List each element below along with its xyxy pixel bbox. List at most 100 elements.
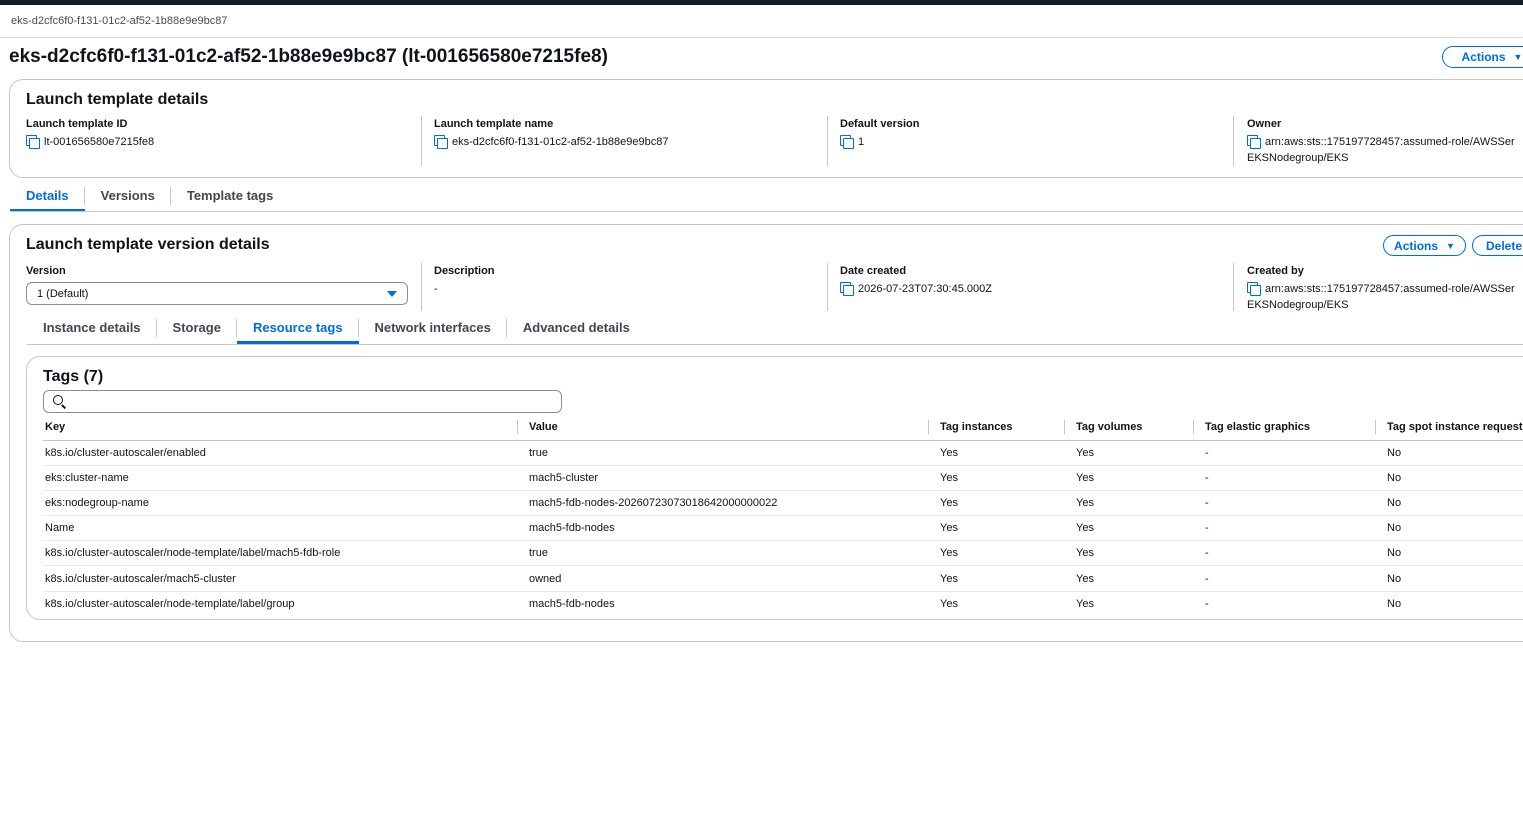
version-label: Version [26, 265, 66, 277]
tag-key: eks:nodegroup-name [43, 490, 527, 517]
tag-value: owned [527, 565, 938, 592]
table-row: k8s.io/cluster-autoscaler/mach5-cluster … [43, 565, 1523, 592]
inner-tabs-divider [27, 344, 1523, 345]
tag-key: k8s.io/cluster-autoscaler/mach5-cluster [43, 565, 527, 592]
breadcrumb-divider [0, 37, 1523, 38]
header-actions-button[interactable]: Actions ▼ [1442, 46, 1523, 68]
tag-spot-instance-requests: No [1385, 515, 1523, 542]
tag-instances: Yes [938, 440, 1074, 466]
tag-value: mach5-fdb-nodes [529, 597, 615, 610]
breadcrumb[interactable]: eks-d2cfc6f0-f131-01c2-af52-1b88e9e9bc87 [11, 15, 227, 27]
tag-value: true [527, 440, 938, 466]
tags-search[interactable] [43, 390, 562, 413]
table-row: k8s.io/cluster-autoscaler/node-template/… [43, 591, 1523, 616]
tag-key: eks:cluster-name [43, 465, 527, 491]
date-created-value: 2026-07-23T07:30:45.000Z [858, 283, 992, 295]
page-title: eks-d2cfc6f0-f131-01c2-af52-1b88e9e9bc87… [9, 46, 608, 67]
tab-template-tags[interactable]: Template tags [171, 179, 289, 211]
tab-resource-tags[interactable]: Resource tags [236, 311, 359, 344]
delete-button[interactable]: Delete [1472, 235, 1523, 256]
version-details-title: Launch template version details [26, 236, 270, 253]
top-tabs: Details Versions Template tags [10, 179, 289, 212]
copy-icon[interactable] [26, 135, 40, 149]
tag-key: k8s.io/cluster-autoscaler/node-template/… [43, 540, 527, 567]
table-header-row: Key Value Tag instances Tag volumes Tag … [43, 414, 1523, 441]
tag-spot-instance-requests: No [1385, 565, 1523, 592]
copy-icon[interactable] [840, 282, 854, 296]
date-created-field: Date created 2026-07-23T07:30:45.000Z [840, 265, 992, 297]
column-header-key[interactable]: Key [43, 414, 527, 441]
launch-template-id-value: lt-001656580e7215fe8 [44, 136, 155, 148]
tag-elastic-graphics: - [1203, 565, 1385, 592]
copy-icon[interactable] [840, 135, 854, 149]
tag-volumes: Yes [1074, 515, 1203, 542]
launch-template-details-title: Launch template details [26, 91, 209, 108]
tag-key: k8s.io/cluster-autoscaler/enabled [43, 440, 527, 466]
column-divider [827, 116, 828, 166]
owner-value-line2: EKSNodegroup/EKS [1247, 152, 1349, 164]
tag-instances: Yes [938, 565, 1074, 592]
caret-down-icon: ▼ [1513, 52, 1523, 62]
owner-field: Owner arn:aws:sts::175197728457:assumed-… [1247, 118, 1515, 166]
tag-elastic-graphics: - [1203, 540, 1385, 567]
column-divider [1233, 116, 1234, 166]
version-select[interactable]: 1 (Default) [26, 282, 408, 305]
table-row: eks:nodegroup-name mach5-fdb-nodes-20260… [43, 490, 1523, 517]
column-header-tag-volumes[interactable]: Tag volumes [1064, 414, 1203, 441]
launch-template-details-panel: Launch template details Launch template … [9, 79, 1523, 178]
top-tabs-divider [10, 211, 1523, 212]
tab-network-interfaces[interactable]: Network interfaces [359, 311, 508, 343]
column-header-tag-spot-instance-requests[interactable]: Tag spot instance requests [1375, 414, 1523, 441]
default-version-value: 1 [858, 136, 865, 148]
column-divider [827, 263, 828, 311]
tag-value: true [527, 540, 938, 567]
tab-details[interactable]: Details [10, 179, 85, 212]
column-header-tag-instances[interactable]: Tag instances [928, 414, 1074, 441]
version-field: Version [26, 265, 66, 277]
owner-value-line1: arn:aws:sts::175197728457:assumed-role/A… [1265, 136, 1515, 148]
tab-instance-details[interactable]: Instance details [27, 311, 157, 343]
tag-elastic-graphics: - [1203, 490, 1385, 517]
tag-elastic-graphics: - [1205, 597, 1209, 610]
column-divider [421, 116, 422, 166]
tag-volumes: Yes [1074, 565, 1203, 592]
tag-instances: Yes [940, 597, 958, 610]
tab-storage[interactable]: Storage [157, 311, 238, 343]
tag-value: mach5-cluster [527, 465, 938, 491]
tag-volumes: Yes [1074, 490, 1203, 517]
tag-spot-instance-requests: No [1385, 490, 1523, 517]
version-actions-button[interactable]: Actions ▼ [1383, 235, 1466, 256]
column-divider [421, 263, 422, 311]
launch-template-name-label: Launch template name [434, 118, 554, 130]
caret-down-icon: ▼ [1446, 240, 1455, 251]
tag-volumes: Yes [1076, 597, 1094, 610]
copy-icon[interactable] [1247, 282, 1261, 296]
version-actions-label: Actions [1394, 238, 1439, 253]
tag-value: mach5-fdb-nodes-202607230730186420000000… [527, 490, 938, 517]
table-row: eks:cluster-name mach5-cluster Yes Yes -… [43, 465, 1523, 491]
copy-icon[interactable] [434, 135, 448, 149]
default-version-field: Default version 1 [840, 118, 919, 150]
copy-icon[interactable] [1247, 135, 1261, 149]
tag-key: k8s.io/cluster-autoscaler/node-template/… [45, 597, 295, 610]
tag-elastic-graphics: - [1203, 440, 1385, 466]
tab-advanced-details[interactable]: Advanced details [507, 311, 646, 343]
table-row: k8s.io/cluster-autoscaler/node-template/… [43, 540, 1523, 567]
inner-tabs: Instance details Storage Resource tags N… [27, 311, 646, 344]
tab-versions[interactable]: Versions [85, 179, 172, 211]
top-bar [0, 0, 1523, 5]
delete-label: Delete [1486, 238, 1523, 253]
description-field: Description - [434, 265, 495, 297]
version-select-value: 1 (Default) [37, 287, 89, 300]
tags-title: Tags (7) [43, 368, 104, 385]
tags-search-input[interactable] [70, 393, 550, 409]
launch-template-name-value: eks-d2cfc6f0-f131-01c2-af52-1b88e9e9bc87 [452, 136, 669, 148]
version-details-panel: Launch template version details Actions … [9, 224, 1523, 642]
column-header-value[interactable]: Value [517, 414, 938, 441]
column-header-tag-elastic-graphics[interactable]: Tag elastic graphics [1193, 414, 1385, 441]
created-by-value-line1: arn:aws:sts::175197728457:assumed-role/A… [1265, 283, 1515, 295]
tag-volumes: Yes [1074, 540, 1203, 567]
tag-spot-instance-requests: No [1387, 597, 1402, 610]
created-by-value-line2: EKSNodegroup/EKS [1247, 299, 1349, 311]
description-label: Description [434, 265, 495, 277]
